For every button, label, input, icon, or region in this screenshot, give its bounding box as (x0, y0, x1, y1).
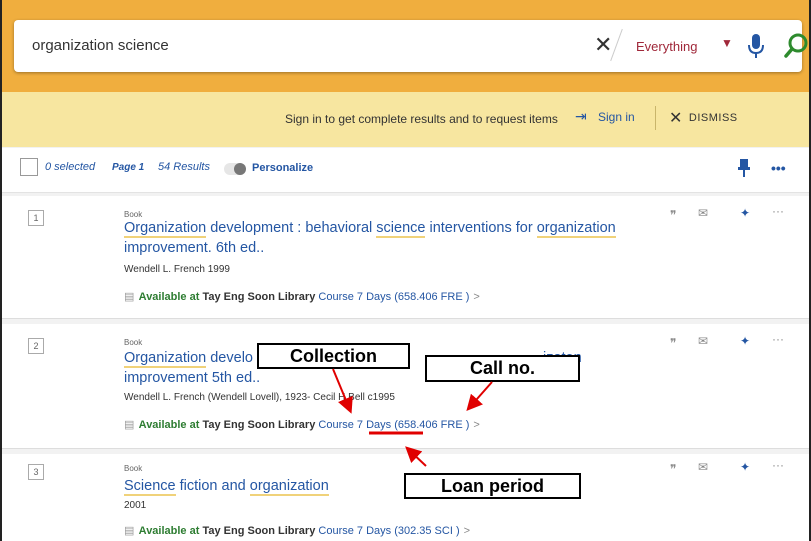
arrow-collection (332, 368, 353, 414)
annotation-arrows (332, 368, 493, 467)
arrow-loan-period (405, 446, 427, 467)
arrow-call-number (466, 381, 493, 411)
